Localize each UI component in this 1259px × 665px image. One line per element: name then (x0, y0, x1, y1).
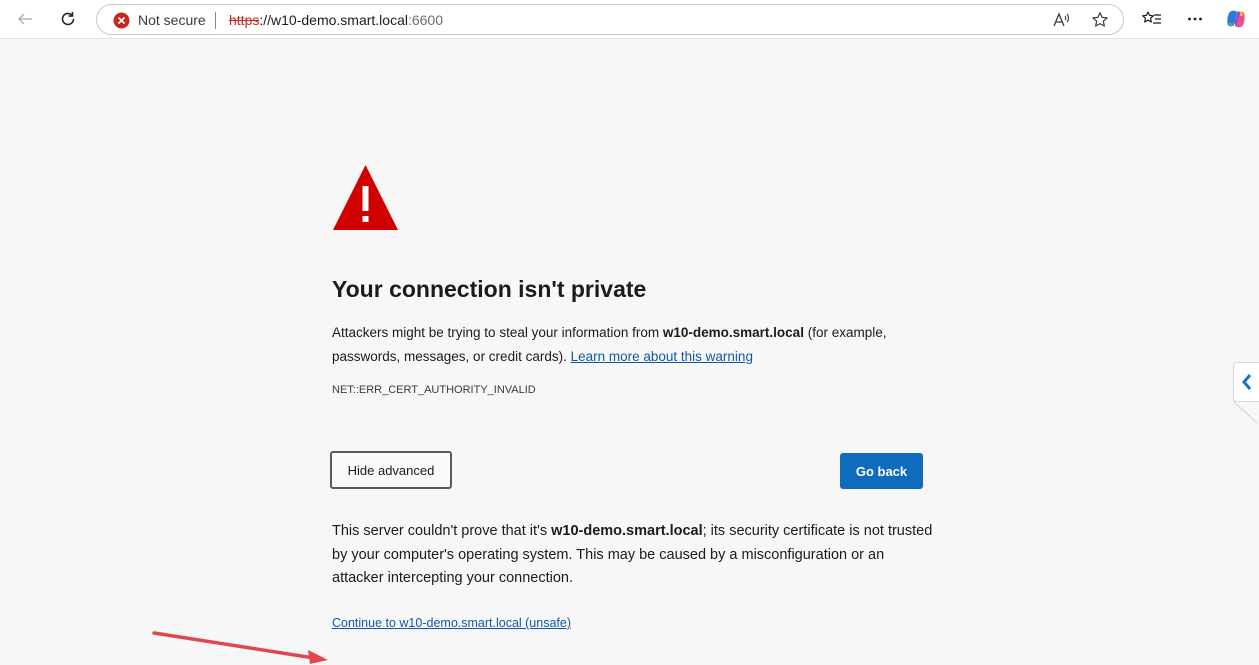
warning-triangle-icon (333, 165, 398, 230)
read-aloud-button[interactable] (1051, 10, 1071, 30)
error-circle-icon[interactable] (113, 12, 130, 29)
url-port: :6600 (407, 12, 444, 28)
go-back-button[interactable]: Go back (840, 453, 923, 489)
back-arrow-icon (17, 13, 32, 25)
copilot-icon (1227, 10, 1245, 28)
refresh-button[interactable] (53, 4, 83, 34)
more-icon (1188, 17, 1202, 21)
favorite-button[interactable] (1090, 10, 1110, 30)
page-title: Your connection isn't private (332, 276, 647, 302)
sidebar-edge (1233, 401, 1258, 424)
error-code: NET::ERR_CERT_AUTHORITY_INVALID (332, 384, 536, 396)
favorites-button[interactable] (1137, 4, 1167, 34)
back-button[interactable] (10, 4, 40, 34)
description-text: Attackers might be trying to steal your … (332, 325, 663, 340)
hide-advanced-button[interactable]: Hide advanced (330, 451, 452, 489)
url-scheme: https (229, 12, 260, 28)
url-separator: :// (259, 12, 272, 28)
browser-toolbar: Not secure https://w10-demo.smart.local:… (0, 0, 1259, 38)
detail-text: This server couldn't prove that it's (332, 523, 552, 539)
star-icon (1092, 12, 1108, 27)
read-aloud-icon (1053, 12, 1070, 27)
sidebar-toggle-button[interactable] (1233, 362, 1259, 402)
continue-unsafe-link[interactable]: Continue to w10-demo.smart.local (unsafe… (332, 616, 571, 630)
copilot-button[interactable] (1221, 4, 1251, 34)
error-page: Your connection isn't private Attackers … (0, 38, 1259, 665)
annotation-arrow (152, 631, 328, 664)
url-host: w10-demo.smart.local (271, 12, 408, 28)
chevron-left-icon (1241, 374, 1251, 390)
detail-host: w10-demo.smart.local (551, 523, 703, 539)
address-divider (215, 12, 216, 29)
address-bar[interactable]: Not secure https://w10-demo.smart.local:… (96, 4, 1124, 35)
more-button[interactable] (1180, 4, 1210, 34)
description-host: w10-demo.smart.local (662, 325, 804, 340)
refresh-icon (61, 12, 75, 26)
url-text[interactable]: https://w10-demo.smart.local:6600 (229, 11, 443, 29)
warning-description: Attackers might be trying to steal your … (332, 321, 932, 369)
security-status[interactable]: Not secure (138, 11, 206, 29)
advanced-details: This server couldn't prove that it's w10… (332, 520, 937, 591)
favorites-icon (1142, 11, 1161, 24)
learn-more-link[interactable]: Learn more about this warning (571, 349, 753, 364)
